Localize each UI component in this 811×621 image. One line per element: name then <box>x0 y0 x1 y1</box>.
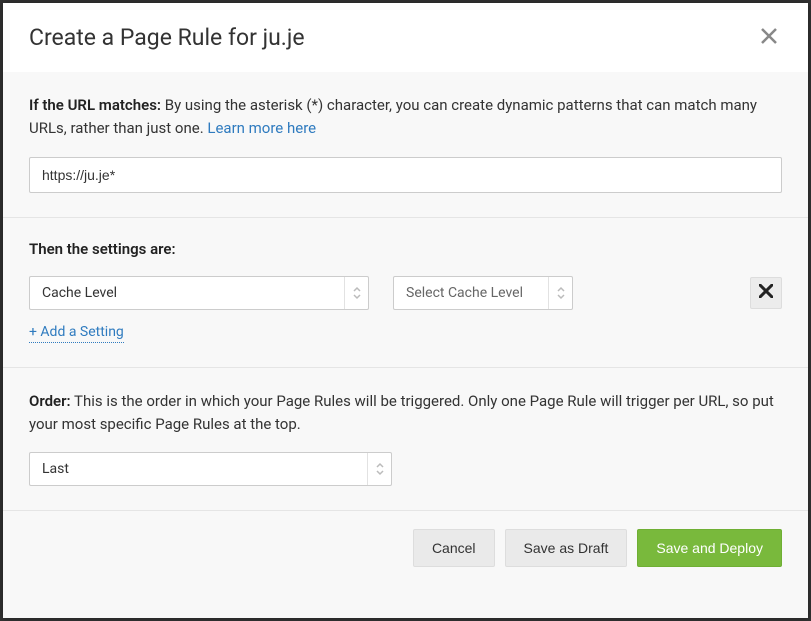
order-value: Last <box>30 453 367 485</box>
order-section: Order: This is the order in which your P… <box>3 368 808 512</box>
save-deploy-button[interactable]: Save and Deploy <box>637 529 782 567</box>
setting-name-select[interactable]: Cache Level <box>29 276 369 310</box>
remove-setting-button[interactable] <box>750 277 782 309</box>
url-match-description: If the URL matches: By using the asteris… <box>29 94 782 141</box>
setting-name-value: Cache Level <box>30 277 344 309</box>
url-pattern-input[interactable] <box>29 157 782 193</box>
settings-heading: Then the settings are: <box>29 240 782 258</box>
order-text: This is the order in which your Page Rul… <box>29 392 774 433</box>
order-select[interactable]: Last <box>29 452 392 486</box>
url-match-section: If the URL matches: By using the asteris… <box>3 72 808 218</box>
modal-body: If the URL matches: By using the asteris… <box>3 72 808 618</box>
settings-row: Cache Level Select Cache Level <box>29 276 782 310</box>
save-draft-button[interactable]: Save as Draft <box>505 529 628 567</box>
setting-value-select[interactable]: Select Cache Level <box>393 276 573 310</box>
order-description: Order: This is the order in which your P… <box>29 390 782 437</box>
chevron-up-down-icon <box>548 277 572 309</box>
close-icon <box>760 33 778 48</box>
close-button[interactable] <box>756 23 782 52</box>
learn-more-link[interactable]: Learn more here <box>207 119 316 137</box>
modal-title: Create a Page Rule for ju.je <box>29 24 305 51</box>
add-setting-link[interactable]: + Add a Setting <box>29 324 124 343</box>
modal-header: Create a Page Rule for ju.je <box>3 3 808 72</box>
settings-section: Then the settings are: Cache Level Selec… <box>3 218 808 368</box>
page-rule-modal: Create a Page Rule for ju.je If the URL … <box>3 3 808 618</box>
chevron-up-down-icon <box>344 277 368 309</box>
modal-footer: Cancel Save as Draft Save and Deploy <box>3 511 808 585</box>
order-label: Order: <box>29 392 71 410</box>
url-match-label: If the URL matches: <box>29 96 161 114</box>
cancel-button[interactable]: Cancel <box>413 529 495 567</box>
chevron-up-down-icon <box>367 453 391 485</box>
setting-value-placeholder: Select Cache Level <box>394 277 548 309</box>
remove-icon <box>759 284 773 301</box>
